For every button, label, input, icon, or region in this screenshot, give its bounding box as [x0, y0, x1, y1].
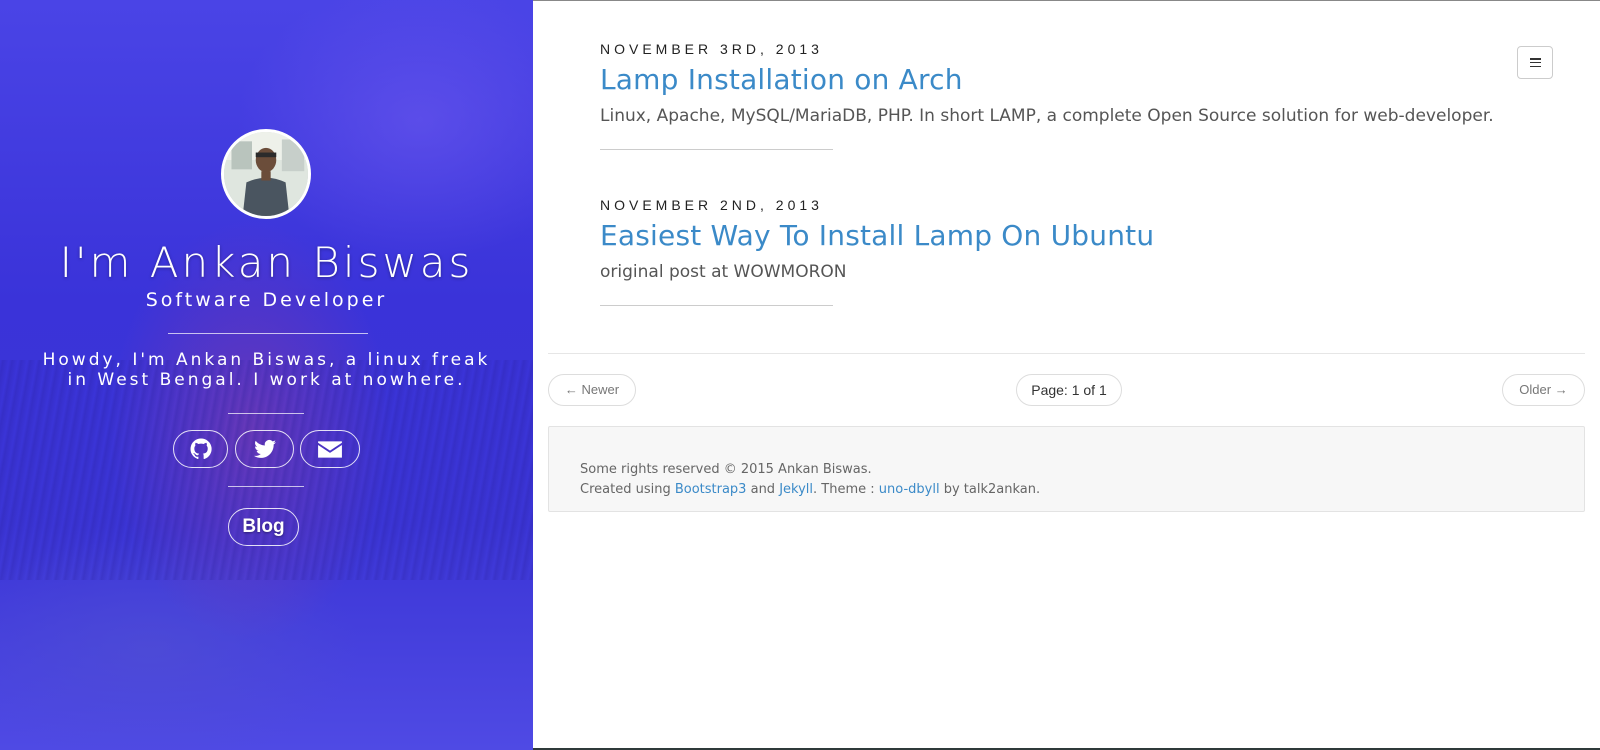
- page-indicator: Page: 1 of 1: [1016, 374, 1122, 406]
- post-excerpt: original post at WOWMORON: [600, 262, 847, 282]
- avatar: [221, 129, 311, 219]
- menu-button[interactable]: [1517, 46, 1553, 79]
- twitter-button[interactable]: [235, 430, 294, 468]
- divider: [228, 486, 304, 487]
- footer-author-text: by talk2ankan.: [939, 482, 1041, 497]
- jekyll-link[interactable]: Jekyll: [779, 482, 813, 497]
- footer-rights: Some rights reserved © 2015 Ankan Biswas…: [580, 462, 872, 477]
- divider: [168, 333, 368, 334]
- post-divider: [600, 305, 833, 306]
- hamburger-icon: [1529, 58, 1541, 67]
- top-border: [533, 0, 1600, 1]
- footer-credits: Created using Bootstrap3 and Jekyll. The…: [580, 480, 1584, 500]
- divider: [228, 413, 304, 414]
- envelope-icon: [318, 441, 342, 458]
- email-button[interactable]: [300, 430, 360, 468]
- avatar-photo: [224, 132, 308, 216]
- post-divider: [600, 149, 833, 150]
- footer-theme-text: . Theme :: [813, 482, 879, 497]
- blog-button[interactable]: Blog: [228, 508, 299, 546]
- profile-name: I'm Ankan Biswas: [59, 238, 474, 287]
- sidebar: I'm Ankan Biswas Software Developer Howd…: [0, 0, 533, 750]
- footer: Some rights reserved © 2015 Ankan Biswas…: [548, 426, 1585, 512]
- pager-separator: [548, 353, 1585, 354]
- sidebar-background-texture: [0, 360, 533, 580]
- bootstrap-link[interactable]: Bootstrap3: [675, 482, 747, 497]
- post-date: November 3rd, 2013: [600, 41, 823, 57]
- post-excerpt: Linux, Apache, MySQL/MariaDB, PHP. In sh…: [600, 106, 1494, 126]
- older-button[interactable]: Older →: [1502, 374, 1585, 406]
- social-links: [173, 430, 363, 470]
- twitter-icon: [253, 439, 276, 458]
- footer-created-text: Created using: [580, 482, 675, 497]
- theme-link[interactable]: uno-dbyll: [879, 482, 940, 497]
- main-content: November 3rd, 2013 Lamp Installation on …: [533, 0, 1600, 750]
- post-title-link[interactable]: Lamp Installation on Arch: [600, 63, 1520, 96]
- profile-bio: Howdy, I'm Ankan Biswas, a linux freak i…: [42, 350, 491, 390]
- post-item: November 3rd, 2013 Lamp Installation on …: [600, 41, 1520, 150]
- footer-and-text: and: [746, 482, 780, 497]
- post-date: November 2nd, 2013: [600, 197, 823, 213]
- newer-button[interactable]: ← Newer: [548, 374, 636, 406]
- github-button[interactable]: [173, 430, 228, 468]
- github-icon: [190, 438, 212, 460]
- post-item: November 2nd, 2013 Easiest Way To Instal…: [600, 197, 1520, 306]
- post-title-link[interactable]: Easiest Way To Install Lamp On Ubuntu: [600, 219, 1520, 252]
- profile-role: Software Developer: [145, 289, 388, 311]
